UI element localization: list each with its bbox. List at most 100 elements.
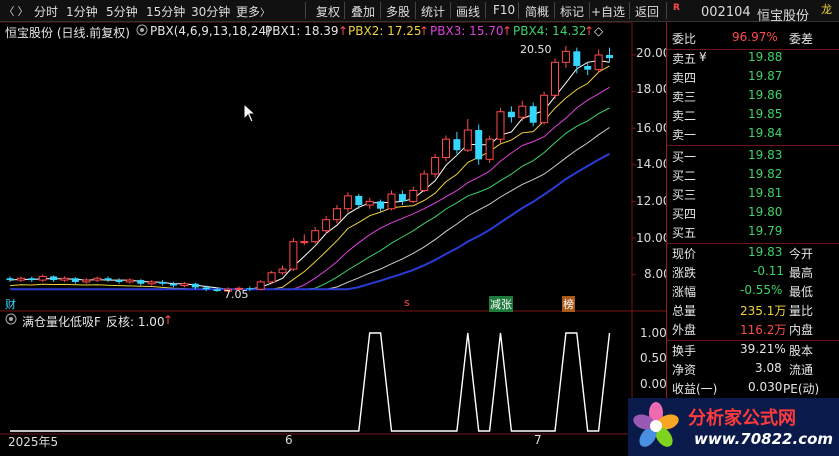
candle-body[interactable]: [137, 280, 145, 284]
candle-body[interactable]: [311, 230, 320, 243]
candle-body[interactable]: [540, 94, 549, 124]
diamond-icon[interactable]: ◇: [594, 24, 603, 38]
period-more[interactable]: 更多〉: [236, 3, 270, 20]
candle-body[interactable]: [463, 129, 472, 151]
candle-body[interactable]: [333, 208, 341, 221]
candle-body[interactable]: [584, 65, 592, 70]
candle-body[interactable]: [453, 139, 461, 151]
next-arrow-icon[interactable]: 〉: [17, 3, 29, 18]
sell-row[interactable]: 卖三 19.86: [667, 87, 839, 106]
buy-row[interactable]: 买三 19.81: [667, 185, 839, 204]
sell-row[interactable]: 卖四 19.87: [667, 68, 839, 87]
candle-body[interactable]: [104, 278, 112, 281]
biaoji-button[interactable]: 标记: [560, 3, 584, 20]
buy-row[interactable]: 买二 19.82: [667, 166, 839, 185]
indicator-name[interactable]: PBX(4,6,9,13,18,24): [150, 24, 271, 38]
candle-body[interactable]: [159, 281, 167, 284]
candle-body[interactable]: [93, 277, 102, 281]
candle-body[interactable]: [267, 272, 276, 283]
candle-body[interactable]: [170, 283, 177, 286]
jiangai-button[interactable]: 简概: [525, 3, 549, 20]
period-30min[interactable]: 30分钟: [191, 3, 230, 20]
more-chevron-icon: 〉: [260, 8, 271, 19]
candle-body[interactable]: [322, 219, 331, 232]
chart-settings-icon[interactable]: [136, 24, 148, 38]
buy-row[interactable]: 买一 19.83: [667, 147, 839, 166]
buy-row[interactable]: 买四 19.80: [667, 204, 839, 223]
x-tick-label: 2025年5: [8, 435, 59, 449]
candle-body[interactable]: [387, 193, 396, 210]
candle-body[interactable]: [147, 281, 156, 285]
f10-button[interactable]: F10: [493, 3, 515, 17]
candle-body[interactable]: [6, 278, 14, 281]
candle-body[interactable]: [180, 283, 189, 287]
fuquan-button[interactable]: 复权: [316, 3, 340, 20]
candle-body[interactable]: [191, 283, 199, 288]
sell-label: 卖一: [672, 128, 697, 142]
diejia-button[interactable]: 叠加: [351, 3, 375, 20]
candle-body[interactable]: [409, 189, 418, 202]
candle-body[interactable]: [50, 276, 58, 281]
candle-body[interactable]: [365, 200, 374, 206]
sell-row[interactable]: 卖二 19.85: [667, 106, 839, 125]
candle-body[interactable]: [485, 138, 494, 160]
prev-arrow-icon[interactable]: 〈: [3, 3, 15, 18]
candle-body[interactable]: [202, 287, 210, 290]
candle-body[interactable]: [573, 51, 581, 66]
period-5min[interactable]: 5分钟: [106, 3, 138, 20]
jian-marker[interactable]: 减张: [489, 296, 513, 312]
duogu-button[interactable]: 多股: [386, 3, 410, 20]
sub-up-arrow-icon: ↑: [163, 313, 174, 327]
sub-indicator-title[interactable]: 满仓量化低吸F: [22, 313, 101, 330]
candle-body[interactable]: [213, 289, 221, 292]
sell-row[interactable]: 卖一 19.84: [667, 125, 839, 144]
candle-body[interactable]: [496, 111, 505, 140]
bang-marker[interactable]: 榜: [562, 296, 575, 312]
candle-body[interactable]: [60, 277, 69, 281]
back-button[interactable]: 返回: [635, 3, 659, 20]
kline-chart[interactable]: [0, 22, 666, 456]
quote-label: 涨跌: [672, 266, 697, 280]
stat-label-2: 股本: [789, 344, 814, 358]
candle-body[interactable]: [594, 54, 603, 71]
quote-value: 235.1万: [740, 304, 787, 318]
candle-body[interactable]: [355, 195, 363, 206]
candle-body[interactable]: [398, 194, 406, 202]
candle-body[interactable]: [278, 268, 287, 274]
tongji-button[interactable]: 统计: [421, 3, 445, 20]
buy-row[interactable]: 买五 19.79: [667, 223, 839, 242]
candle-body[interactable]: [82, 279, 91, 283]
candle-body[interactable]: [256, 281, 265, 290]
period-15min[interactable]: 15分钟: [146, 3, 185, 20]
sub-settings-icon[interactable]: [5, 313, 17, 327]
candle-body[interactable]: [606, 55, 613, 59]
candle-body[interactable]: [551, 61, 559, 96]
candle-body[interactable]: [71, 278, 79, 282]
candle-body[interactable]: [115, 280, 123, 282]
candle-body[interactable]: [289, 241, 298, 270]
period-fenshi[interactable]: 分时: [34, 3, 58, 20]
candle-body[interactable]: [343, 195, 352, 210]
huaxian-button[interactable]: 画线: [456, 3, 480, 20]
candle-body[interactable]: [442, 138, 450, 158]
candle-body[interactable]: [518, 105, 527, 118]
cai-marker[interactable]: 财: [5, 296, 16, 312]
candle-body[interactable]: [38, 275, 47, 281]
add-watchlist-button[interactable]: +自选: [591, 3, 625, 20]
candle-body[interactable]: [431, 156, 440, 175]
period-1min[interactable]: 1分钟: [66, 3, 98, 20]
sell-row[interactable]: 卖五 ¥ 19.88: [667, 49, 839, 68]
candle-body[interactable]: [529, 106, 537, 123]
candle-body[interactable]: [300, 241, 309, 244]
candle-body[interactable]: [16, 277, 25, 281]
candle-body[interactable]: [420, 173, 429, 191]
buy-price: 19.80: [748, 205, 783, 219]
candle-body[interactable]: [507, 111, 515, 118]
candle-body[interactable]: [28, 278, 36, 281]
candle-body[interactable]: [125, 279, 134, 283]
quote-label-2: 量比: [789, 304, 814, 318]
s-marker[interactable]: s: [404, 296, 410, 309]
candle-body[interactable]: [561, 50, 570, 63]
candle-body[interactable]: [475, 130, 483, 160]
candle-body[interactable]: [377, 201, 385, 209]
